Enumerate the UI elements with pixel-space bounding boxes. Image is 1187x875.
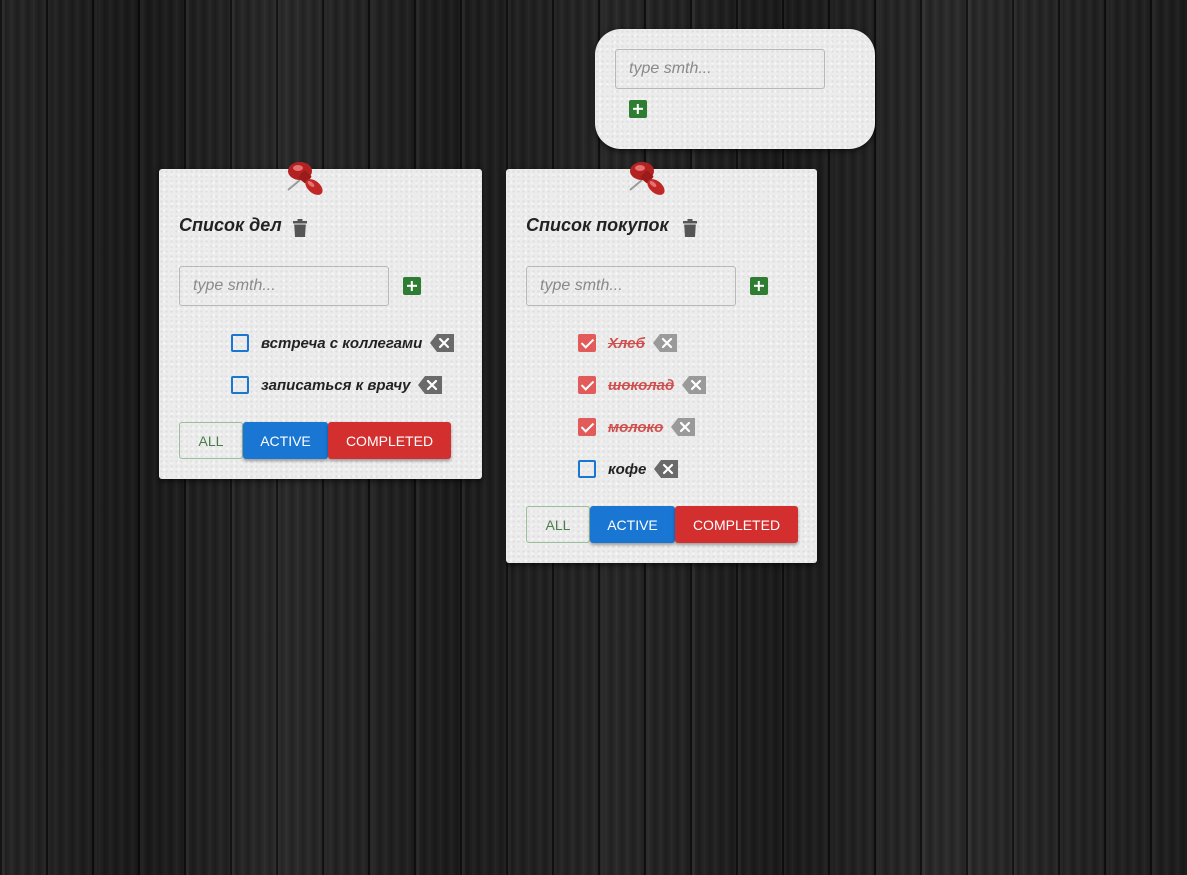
item-label: шоколад	[608, 376, 675, 394]
filter-bar: ALL ACTIVE COMPLETED	[526, 506, 798, 543]
list-item: записаться к врачу	[231, 375, 443, 395]
shopping-list-card: Список покупок Хлеб шоколад молоко	[506, 169, 817, 563]
filter-completed-button[interactable]: COMPLETED	[328, 422, 451, 459]
item-checkbox[interactable]	[231, 376, 249, 394]
item-label: встреча с коллегами	[261, 334, 423, 352]
new-item-input[interactable]	[526, 266, 736, 306]
filter-bar: ALL ACTIVE COMPLETED	[179, 422, 451, 459]
filter-active-button[interactable]: ACTIVE	[243, 422, 328, 459]
item-checkbox[interactable]	[578, 376, 596, 394]
item-checkbox[interactable]	[578, 418, 596, 436]
list-item: встреча с коллегами	[231, 333, 455, 353]
item-checkbox[interactable]	[231, 334, 249, 352]
desktop-board: { "colors": { "board": "#1e1e1e", "paper…	[0, 0, 1187, 875]
trash-icon[interactable]	[683, 219, 697, 237]
list-title: Список покупок	[526, 215, 669, 235]
backspace-icon[interactable]	[418, 376, 443, 394]
list-item: шоколад	[578, 375, 707, 395]
trash-icon[interactable]	[293, 219, 307, 237]
backspace-icon[interactable]	[652, 334, 677, 352]
pushpin-icon	[287, 162, 323, 195]
item-label: записаться к врачу	[261, 376, 411, 394]
backspace-icon[interactable]	[430, 334, 455, 352]
list-item: кофе	[578, 459, 679, 479]
backspace-icon[interactable]	[671, 418, 696, 436]
list-title: Список дел	[179, 215, 282, 235]
item-label: Хлеб	[608, 334, 645, 352]
todo-list-card: Список дел встреча с коллегами записатьс…	[159, 169, 482, 479]
item-label: кофе	[608, 460, 647, 478]
backspace-icon[interactable]	[654, 460, 679, 478]
filter-all-button[interactable]: ALL	[526, 506, 590, 543]
item-checkbox[interactable]	[578, 460, 596, 478]
item-checkbox[interactable]	[578, 334, 596, 352]
filter-all-button[interactable]: ALL	[179, 422, 243, 459]
list-item: Хлеб	[578, 333, 677, 353]
item-label: молоко	[608, 418, 664, 436]
new-list-title-input[interactable]	[615, 49, 825, 89]
new-list-card	[595, 29, 875, 149]
add-item-button[interactable]	[750, 277, 768, 295]
list-item: молоко	[578, 417, 696, 437]
filter-completed-button[interactable]: COMPLETED	[675, 506, 798, 543]
add-item-button[interactable]	[403, 277, 421, 295]
new-item-input[interactable]	[179, 266, 389, 306]
pushpin-icon	[629, 162, 665, 195]
filter-active-button[interactable]: ACTIVE	[590, 506, 675, 543]
add-list-button[interactable]	[629, 100, 647, 118]
backspace-icon[interactable]	[682, 376, 707, 394]
